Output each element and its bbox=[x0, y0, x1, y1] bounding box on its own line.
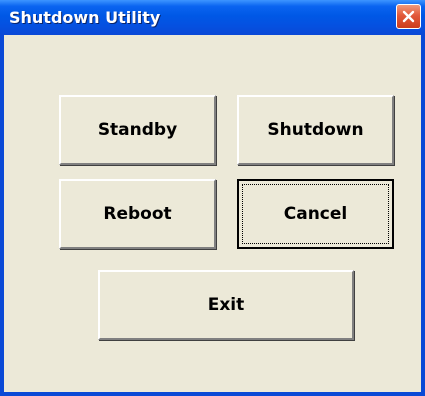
exit-button[interactable]: Exit bbox=[98, 270, 354, 340]
shutdown-utility-window: Shutdown Utility Standby Shutdown Reboot… bbox=[0, 0, 425, 396]
reboot-button[interactable]: Reboot bbox=[59, 179, 216, 249]
cancel-button[interactable]: Cancel bbox=[237, 179, 394, 249]
exit-button-label: Exit bbox=[207, 295, 245, 315]
focus-rectangle bbox=[242, 184, 389, 244]
standby-button[interactable]: Standby bbox=[59, 95, 216, 165]
reboot-button-label: Reboot bbox=[103, 204, 172, 224]
shutdown-button[interactable]: Shutdown bbox=[237, 95, 394, 165]
title-bar[interactable]: Shutdown Utility bbox=[0, 0, 425, 35]
shutdown-button-label: Shutdown bbox=[267, 120, 364, 140]
standby-button-label: Standby bbox=[97, 120, 178, 140]
close-icon bbox=[402, 10, 415, 23]
close-button[interactable] bbox=[396, 4, 421, 29]
window-title: Shutdown Utility bbox=[9, 8, 161, 27]
